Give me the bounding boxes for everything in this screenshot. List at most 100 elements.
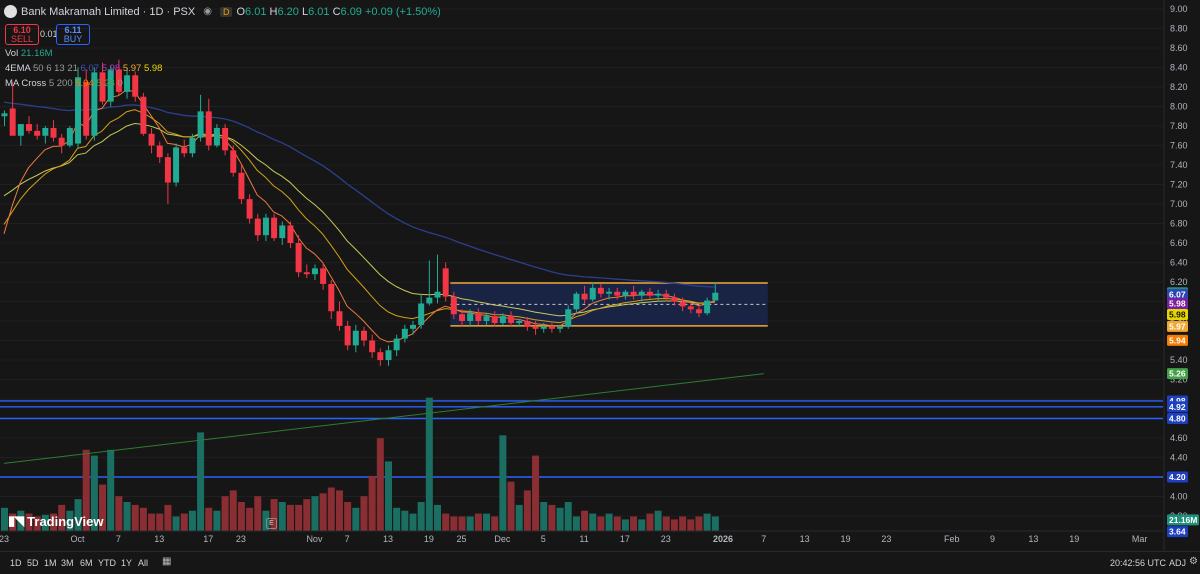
candle-body: [565, 309, 572, 327]
candle: [26, 116, 33, 134]
time-tick-label: 13: [1028, 534, 1038, 544]
candle-body: [679, 301, 686, 307]
ma-cross-legend[interactable]: MA Cross 5 200 5.94 5.26 0: [5, 78, 123, 89]
candle-body: [58, 137, 65, 146]
price-chart[interactable]: 9.00 8.80 8.60 8.40 8.20 8.00 7.80 7.60 7.40 7.20…: [0, 0, 1200, 551]
price-tick-label: 9.00: [1170, 4, 1188, 14]
candle-body: [17, 124, 24, 136]
price-label: 21.16M: [1167, 514, 1199, 526]
time-tick-label: 23: [0, 534, 9, 544]
utc-clock[interactable]: 20:42:56 UTC: [1110, 558, 1166, 568]
price-label: 4.20: [1167, 471, 1188, 483]
volume-bar: [327, 487, 335, 531]
price-tick-label: 4.40: [1170, 453, 1188, 463]
price-tick-label: 5.40: [1170, 355, 1188, 365]
volume-bar: [548, 504, 556, 531]
candle: [369, 334, 376, 359]
sell-button[interactable]: 6.10 SELL: [5, 24, 39, 45]
earnings-event-icon[interactable]: E: [266, 518, 277, 529]
price-tick-label: 8.60: [1170, 43, 1188, 53]
candle-body: [532, 326, 539, 329]
candle: [58, 133, 65, 154]
candle: [360, 326, 367, 347]
price-axis: 9.00 8.80 8.60 8.40 8.20 8.00 7.80 7.60 7.40 7.20…: [1163, 0, 1188, 551]
candle: [262, 213, 269, 242]
timeframe-1d[interactable]: 1D: [10, 558, 22, 568]
volume-bar: [295, 504, 303, 531]
tradingview-logo[interactable]: ▮◥ TradingView: [8, 513, 104, 529]
gear-icon[interactable]: ⚙: [1189, 556, 1198, 567]
volume-bar: [589, 513, 597, 531]
candle: [132, 71, 139, 102]
volume-bar: [540, 502, 548, 531]
volume-bar: [711, 516, 719, 531]
price-tick-label: 4.60: [1170, 433, 1188, 443]
volume-bar: [401, 510, 409, 531]
volume-bar: [450, 516, 458, 531]
volume-bar: [1, 507, 8, 531]
volume-bar: [303, 499, 311, 531]
volume-bar: [352, 507, 360, 531]
timeframe-5d[interactable]: 5D: [27, 558, 39, 568]
candle: [401, 324, 408, 343]
camera-icon[interactable]: ◉: [199, 6, 216, 17]
candle-body: [173, 147, 180, 183]
volume-bar: [205, 507, 213, 531]
tradingview-icon: ▮◥: [8, 513, 24, 528]
volume-bar: [646, 513, 654, 531]
timeframe-1m[interactable]: 1M: [44, 558, 57, 568]
volume-bar: [360, 496, 368, 531]
price-tick-label: 7.00: [1170, 199, 1188, 209]
candle-body: [467, 313, 474, 321]
symbol-title[interactable]: Bank Makramah Limited · 1D · PSX: [21, 6, 195, 18]
candle: [156, 141, 163, 164]
time-tick-label: Oct: [71, 534, 86, 544]
candle-body: [328, 283, 335, 312]
volume-bar: [335, 490, 343, 531]
delayed-badge: D: [219, 6, 233, 17]
candle-body: [401, 328, 408, 339]
volume-legend[interactable]: Vol 21.16M: [5, 48, 53, 59]
candle-body: [254, 218, 261, 236]
volume-bar: [572, 516, 580, 531]
time-tick-label: 13: [800, 534, 810, 544]
timeframe-1y[interactable]: 1Y: [121, 558, 132, 568]
candle-body: [279, 225, 286, 239]
candle-body: [704, 300, 711, 314]
adj-toggle[interactable]: ADJ: [1169, 558, 1186, 568]
candle-body: [262, 217, 269, 236]
price-label: 5.97: [1167, 320, 1188, 332]
timeframe-6m[interactable]: 6M: [80, 558, 93, 568]
candle-body: [655, 293, 662, 296]
buy-button[interactable]: 6.11 BUY: [56, 24, 90, 45]
volume-bar: [107, 449, 115, 531]
candle-body: [222, 127, 229, 151]
candle-body: [442, 268, 449, 297]
time-tick-label: 17: [203, 534, 213, 544]
timeframe-ytd[interactable]: YTD: [98, 558, 116, 568]
candle: [311, 264, 318, 281]
calendar-icon[interactable]: ▦: [162, 556, 171, 567]
volume-bar: [286, 504, 294, 531]
price-tick-label: 8.40: [1170, 63, 1188, 73]
candle-body: [9, 108, 16, 136]
candle-body: [238, 172, 245, 200]
time-tick-label: 9: [990, 534, 995, 544]
price-label-text: 5.26: [1169, 369, 1186, 379]
candle-body: [369, 340, 376, 353]
candle-body: [295, 243, 302, 273]
price-label-text: 4.92: [1169, 402, 1186, 412]
candle-body: [1, 113, 8, 117]
volume-bar: [654, 510, 662, 531]
volume-bar: [172, 516, 180, 531]
time-tick-label: 19: [1069, 534, 1079, 544]
candle-body: [320, 268, 327, 284]
candle-body: [360, 330, 367, 341]
timeframe-3m[interactable]: 3M: [61, 558, 74, 568]
candle-body: [614, 291, 621, 296]
timeframe-all[interactable]: All: [138, 558, 148, 568]
candle: [164, 153, 171, 204]
candle: [426, 260, 433, 306]
volume-bar: [221, 496, 229, 531]
ema-legend[interactable]: 4EMA 50 6 13 21 6.07 5.98 5.97 5.98: [5, 63, 162, 74]
